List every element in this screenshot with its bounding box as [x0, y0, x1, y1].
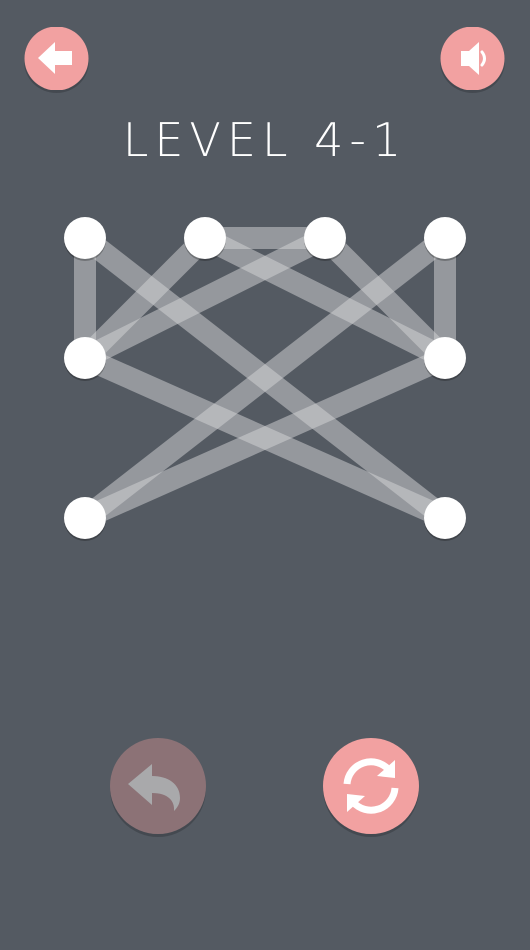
- puzzle-node-n2[interactable]: [184, 217, 226, 259]
- puzzle-node-n4[interactable]: [424, 217, 466, 259]
- puzzle-board: [64, 217, 466, 541]
- puzzle-node-n3[interactable]: [304, 217, 346, 259]
- undo-arrow-icon: [110, 738, 206, 834]
- puzzle-node-n7[interactable]: [64, 497, 106, 539]
- edges-layer: [74, 227, 456, 529]
- puzzle-node-n6[interactable]: [424, 337, 466, 379]
- puzzle-node-n8[interactable]: [424, 497, 466, 539]
- refresh-icon: [323, 738, 419, 834]
- undo-button[interactable]: [110, 738, 206, 834]
- restart-button[interactable]: [323, 738, 419, 834]
- puzzle-node-n1[interactable]: [64, 217, 106, 259]
- puzzle-node-n5[interactable]: [64, 337, 106, 379]
